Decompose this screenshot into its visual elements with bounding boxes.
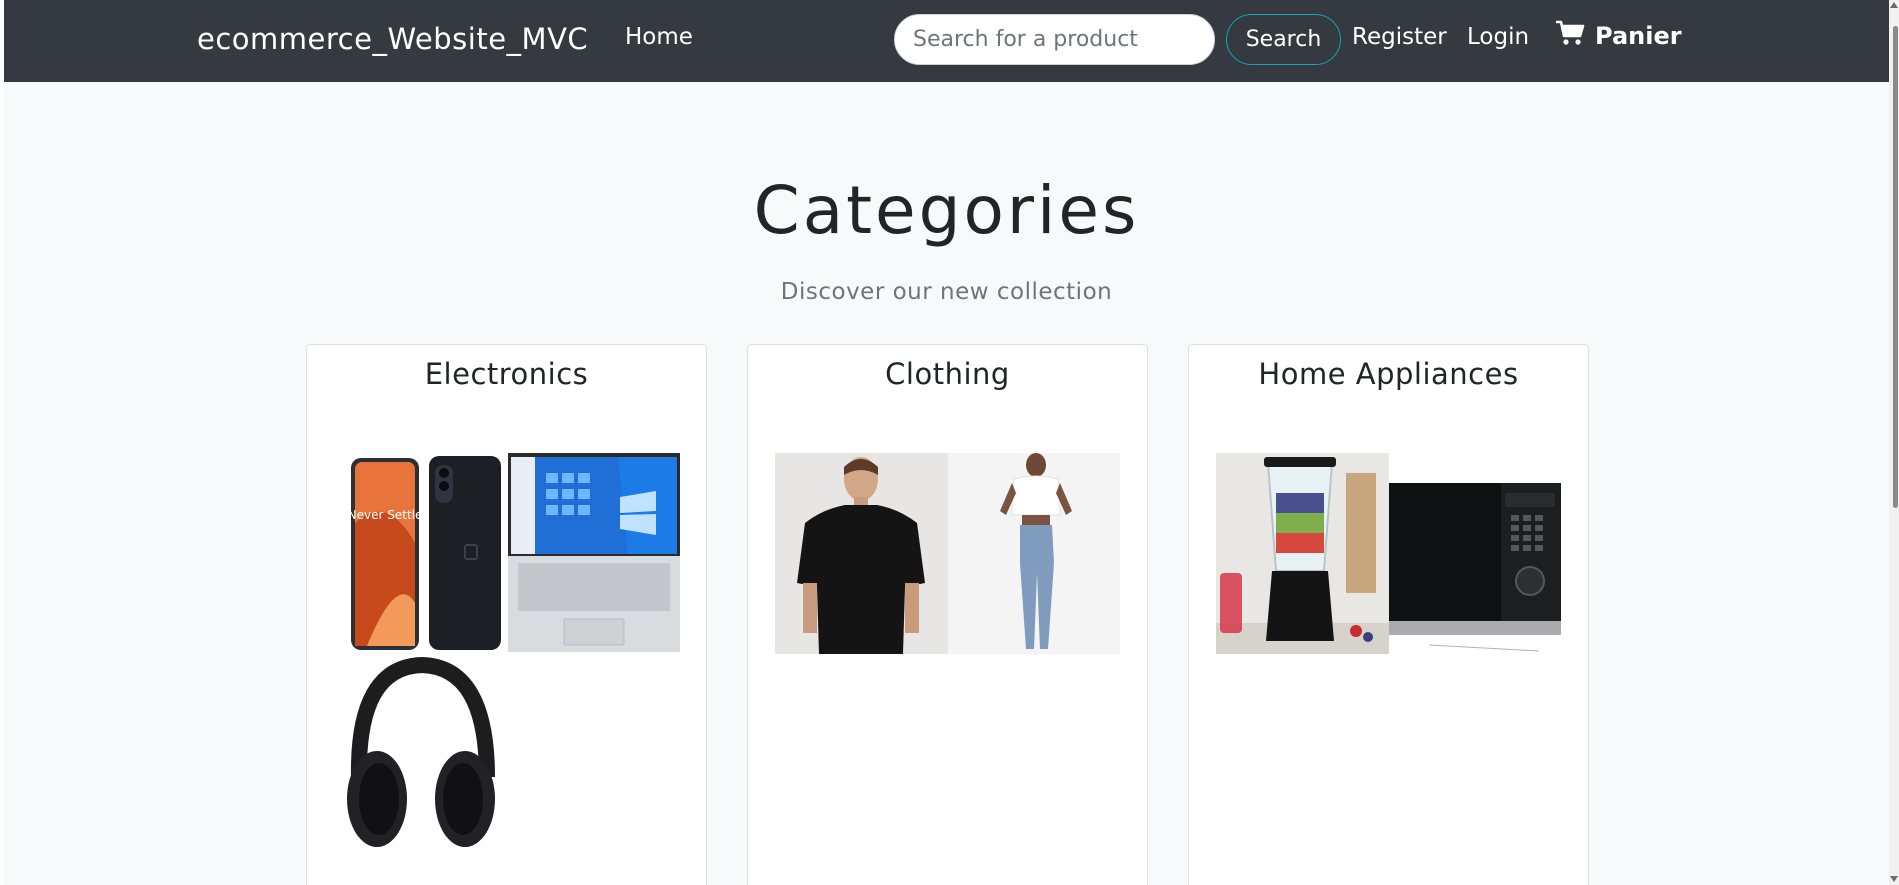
page: ecommerce_Website_MVC Home Search Regist… xyxy=(4,0,1889,885)
microwave-image[interactable] xyxy=(1389,453,1561,654)
category-title: Clothing xyxy=(885,357,1010,391)
scroll-up-arrow-icon[interactable] xyxy=(1890,2,1898,8)
page-subtitle: Discover our new collection xyxy=(780,279,1113,305)
smartphone-image[interactable]: Never Settle xyxy=(337,453,508,654)
phone-screen-text: Never Settle xyxy=(348,508,423,522)
nav-home-link[interactable]: Home xyxy=(625,24,693,50)
category-card-electronics[interactable]: Electronics Never Settle xyxy=(306,344,707,885)
nav-login-link[interactable]: Login xyxy=(1467,24,1529,50)
page-title: Categories xyxy=(753,172,1140,249)
category-title: Electronics xyxy=(424,357,589,391)
scroll-down-arrow-icon[interactable] xyxy=(1890,876,1898,882)
search-button[interactable]: Search xyxy=(1226,14,1341,65)
navbar: ecommerce_Website_MVC Home Search Regist… xyxy=(4,0,1889,82)
brand-link[interactable]: ecommerce_Website_MVC xyxy=(197,22,588,56)
category-card-home-appliances[interactable]: Home Appliances xyxy=(1188,344,1589,885)
cart-label: Panier xyxy=(1595,22,1682,50)
blender-image[interactable] xyxy=(1216,453,1389,654)
jeans-outfit-image[interactable] xyxy=(948,453,1120,654)
search-input[interactable] xyxy=(894,14,1215,65)
nav-register-link[interactable]: Register xyxy=(1352,24,1447,50)
laptop-image[interactable] xyxy=(508,453,680,654)
shopping-cart-icon xyxy=(1555,20,1585,52)
headphones-image[interactable] xyxy=(337,657,508,856)
category-card-clothing[interactable]: Clothing xyxy=(747,344,1148,885)
category-title: Home Appliances xyxy=(1258,357,1519,391)
scrollbar-thumb[interactable] xyxy=(1893,26,1898,508)
black-tshirt-image[interactable] xyxy=(775,453,948,654)
nav-cart-link[interactable]: Panier xyxy=(1555,20,1682,52)
